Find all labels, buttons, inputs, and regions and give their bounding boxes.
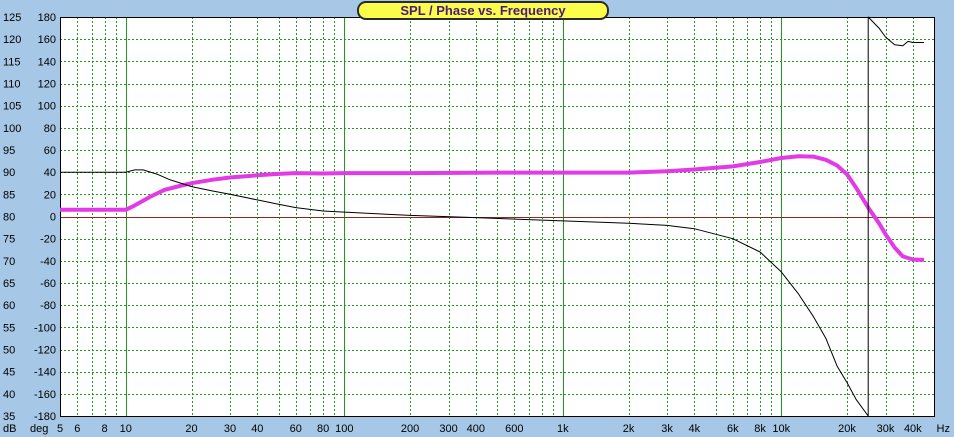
deg-tick-label: -20 [40, 234, 56, 246]
plot-area [60, 17, 934, 416]
db-tick-label: 55 [3, 322, 15, 334]
db-tick-label: 115 [3, 56, 21, 68]
x-tick-label: 6k [727, 423, 739, 435]
x-tick-label: 8k [754, 423, 766, 435]
x-tick-label: 20k [838, 423, 856, 435]
db-tick-label: 125 [3, 12, 21, 24]
x-tick-label: 4k [689, 423, 701, 435]
deg-tick-label: -60 [40, 278, 56, 290]
x-tick-label: 3k [661, 423, 673, 435]
deg-tick-label: -80 [40, 300, 56, 312]
deg-tick-label: -160 [34, 389, 56, 401]
x-tick-label: 400 [467, 423, 485, 435]
chart-window: SPL / Phase vs. Frequency 35 40 45 50 55 60 65… [0, 0, 954, 437]
spl-phase-chart: 3540455055606570758085909510010511011512… [3, 12, 950, 435]
x-tick-label: 8 [102, 423, 108, 435]
x-tick-label: 20 [185, 423, 197, 435]
x-tick-label: 600 [505, 423, 523, 435]
deg-tick-label: 40 [44, 167, 56, 179]
db-unit-label: dB [3, 423, 16, 435]
deg-tick-label: 140 [38, 56, 56, 68]
db-tick-label: 90 [3, 167, 15, 179]
x-tick-label: 6 [74, 423, 80, 435]
deg-tick-label: 0 [50, 212, 56, 224]
deg-tick-label: -120 [34, 345, 56, 357]
x-tick-label: 200 [401, 423, 419, 435]
x-tick-label: 40 [251, 423, 263, 435]
deg-tick-label: 100 [38, 101, 56, 113]
db-tick-label: 85 [3, 189, 15, 201]
x-tick-label: 100 [335, 423, 353, 435]
deg-tick-label: 180 [38, 12, 56, 24]
db-tick-label: 40 [3, 389, 15, 401]
x-tick-label: 80 [317, 423, 329, 435]
x-tick-label: 300 [439, 423, 457, 435]
x-tick-label: 30k [877, 423, 895, 435]
db-tick-label: 120 [3, 34, 21, 46]
db-tick-label: 60 [3, 300, 15, 312]
hz-unit-label: Hz [937, 423, 950, 435]
db-tick-label: 75 [3, 234, 15, 246]
db-tick-label: 45 [3, 367, 15, 379]
x-tick-label: 5 [57, 423, 63, 435]
deg-unit-label: deg [30, 423, 48, 435]
db-tick-label: 95 [3, 145, 15, 157]
deg-tick-label: 60 [44, 145, 56, 157]
chart-title: SPL / Phase vs. Frequency [357, 1, 609, 20]
db-tick-label: 105 [3, 101, 21, 113]
db-tick-label: 110 [3, 79, 21, 91]
x-tick-label: 60 [290, 423, 302, 435]
db-tick-label: 70 [3, 256, 15, 268]
db-tick-label: 35 [3, 411, 15, 423]
x-tick-label: 10k [772, 423, 790, 435]
x-tick-label: 1k [557, 423, 569, 435]
x-tick-label: 10 [120, 423, 132, 435]
deg-tick-label: 80 [44, 123, 56, 135]
deg-tick-label: -40 [40, 256, 56, 268]
db-tick-label: 80 [3, 212, 15, 224]
deg-tick-label: -100 [34, 322, 56, 334]
x-tick-label: 40k [904, 423, 922, 435]
x-tick-label: 30 [224, 423, 236, 435]
deg-tick-label: -140 [34, 367, 56, 379]
deg-tick-label: -180 [34, 411, 56, 423]
deg-tick-label: 160 [38, 34, 56, 46]
deg-tick-label: 120 [38, 79, 56, 91]
db-tick-label: 50 [3, 345, 15, 357]
deg-tick-label: 20 [44, 189, 56, 201]
db-tick-label: 65 [3, 278, 15, 290]
db-tick-label: 100 [3, 123, 21, 135]
x-tick-label: 2k [623, 423, 635, 435]
